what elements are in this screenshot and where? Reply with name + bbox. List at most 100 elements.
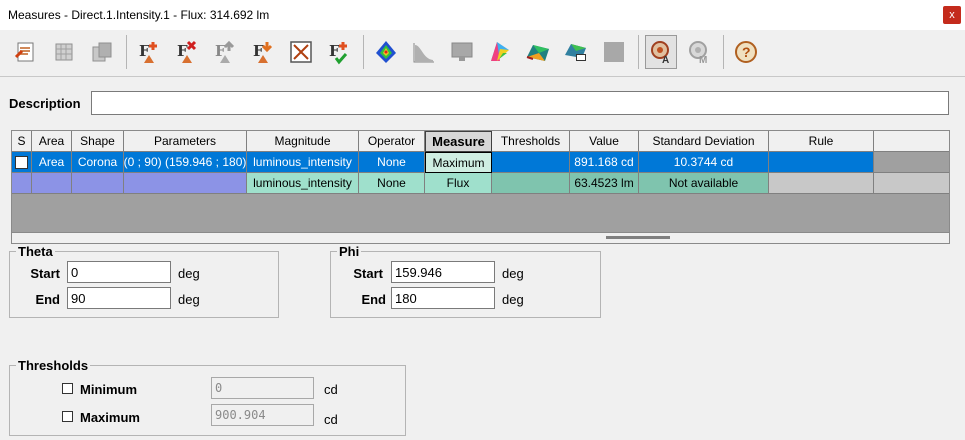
- measures-grid: S Area Shape Parameters Magnitude Operat…: [11, 130, 950, 244]
- svg-text:A: A: [662, 55, 669, 65]
- grid-icon[interactable]: [48, 35, 80, 69]
- row-select-checkbox[interactable]: [15, 155, 28, 169]
- cell-empty: [874, 152, 949, 173]
- theta-end-input[interactable]: [67, 287, 171, 309]
- phi-start-label: Start: [353, 266, 383, 281]
- cell-rule[interactable]: [769, 152, 874, 173]
- column-header-magnitude[interactable]: Magnitude: [247, 131, 359, 152]
- cell-rule[interactable]: [769, 173, 874, 194]
- toolbar-separator: [638, 35, 639, 69]
- toolbar: F F F F F A M ?: [0, 30, 965, 74]
- phi-end-label: End: [361, 292, 386, 307]
- maximum-label: Maximum: [80, 410, 140, 425]
- column-header-thresholds[interactable]: Thresholds: [492, 131, 570, 152]
- column-header-standard-deviation[interactable]: Standard Deviation: [639, 131, 769, 152]
- window-title: Measures - Direct.1.Intensity.1 - Flux: …: [8, 8, 270, 22]
- cell-magnitude[interactable]: luminous_intensity: [247, 152, 359, 173]
- theta-end-label: End: [35, 292, 60, 307]
- horizontal-scrollbar[interactable]: [12, 232, 949, 243]
- cell-area[interactable]: Area: [32, 152, 72, 173]
- cell-measure[interactable]: Maximum: [425, 152, 492, 173]
- svg-text:M: M: [699, 55, 707, 65]
- minimum-checkbox[interactable]: [62, 383, 73, 394]
- cell-value[interactable]: 891.168 cd: [570, 152, 639, 173]
- absolute-mode-icon[interactable]: A: [645, 35, 677, 69]
- theta-start-unit: deg: [178, 266, 200, 281]
- cell-magnitude[interactable]: luminous_intensity: [247, 173, 359, 194]
- help-icon[interactable]: ?: [730, 35, 762, 69]
- monitor-icon[interactable]: [446, 35, 478, 69]
- description-label: Description: [9, 96, 81, 111]
- title-bar: Measures - Direct.1.Intensity.1 - Flux: …: [0, 0, 965, 30]
- theta-start-label: Start: [30, 266, 60, 281]
- spectrum-icon[interactable]: [484, 35, 516, 69]
- svg-text:?: ?: [742, 44, 751, 60]
- grid-empty-area: [12, 194, 949, 232]
- cell-measure[interactable]: Flux: [425, 173, 492, 194]
- row-select-cell[interactable]: [12, 173, 32, 194]
- thresholds-group: Thresholds: [9, 358, 406, 436]
- scrollbar-thumb[interactable]: [606, 236, 670, 239]
- phi-start-unit: deg: [502, 266, 524, 281]
- phi-start-input[interactable]: [391, 261, 495, 283]
- toolbar-divider: [0, 76, 965, 77]
- column-header-rule[interactable]: Rule: [769, 131, 874, 152]
- row-select-cell[interactable]: [12, 152, 32, 173]
- surface-icon[interactable]: [522, 35, 554, 69]
- svg-text:F: F: [329, 42, 340, 60]
- cell-area[interactable]: [32, 173, 72, 194]
- cell-standard-deviation[interactable]: 10.3744 cd: [639, 152, 769, 173]
- thresholds-legend: Thresholds: [18, 358, 89, 373]
- validate-measure-icon[interactable]: F: [323, 35, 355, 69]
- toolbar-separator: [126, 35, 127, 69]
- theta-legend: Theta: [18, 244, 53, 259]
- cell-operator[interactable]: None: [359, 152, 425, 173]
- close-button[interactable]: x: [943, 6, 961, 24]
- table-row[interactable]: Area Corona (0 ; 90) (159.946 ; 180) lum…: [12, 152, 949, 173]
- relative-mode-icon[interactable]: M: [683, 35, 715, 69]
- column-header-parameters[interactable]: Parameters: [124, 131, 247, 152]
- toolbar-separator: [723, 35, 724, 69]
- minimum-label: Minimum: [80, 382, 138, 397]
- edit-document-icon[interactable]: [10, 35, 42, 69]
- maximum-unit: cd: [324, 412, 338, 427]
- cell-parameters[interactable]: (0 ; 90) (159.946 ; 180): [124, 152, 247, 173]
- color-map-icon[interactable]: [370, 35, 402, 69]
- cell-parameters[interactable]: [124, 173, 247, 194]
- curve-icon[interactable]: [408, 35, 440, 69]
- theta-start-input[interactable]: [67, 261, 171, 283]
- column-header-shape[interactable]: Shape: [72, 131, 124, 152]
- add-measure-icon[interactable]: F: [133, 35, 165, 69]
- cell-thresholds[interactable]: [492, 173, 570, 194]
- column-header-operator[interactable]: Operator: [359, 131, 425, 152]
- cell-standard-deviation[interactable]: Not available: [639, 173, 769, 194]
- move-down-icon[interactable]: F: [247, 35, 279, 69]
- copy-icon[interactable]: [86, 35, 118, 69]
- phi-legend: Phi: [339, 244, 360, 259]
- cell-thresholds[interactable]: [492, 152, 570, 173]
- table-row[interactable]: luminous_intensity None Flux 63.4523 lm …: [12, 173, 949, 194]
- maximum-input[interactable]: [211, 404, 314, 426]
- cell-operator[interactable]: None: [359, 173, 425, 194]
- toolbar-separator: [363, 35, 364, 69]
- delete-measure-icon[interactable]: F: [171, 35, 203, 69]
- column-header-value[interactable]: Value: [570, 131, 639, 152]
- square-icon[interactable]: [598, 35, 630, 69]
- maximum-checkbox[interactable]: [62, 411, 73, 422]
- display-3d-icon[interactable]: [560, 35, 592, 69]
- cell-shape[interactable]: [72, 173, 124, 194]
- column-header-empty: [874, 131, 949, 152]
- minimum-input[interactable]: [211, 377, 314, 399]
- fit-view-icon[interactable]: [285, 35, 317, 69]
- cell-value[interactable]: 63.4523 lm: [570, 173, 639, 194]
- column-header-s[interactable]: S: [12, 131, 32, 152]
- theta-end-unit: deg: [178, 292, 200, 307]
- minimum-unit: cd: [324, 382, 338, 397]
- phi-end-input[interactable]: [391, 287, 495, 309]
- move-up-icon[interactable]: F: [209, 35, 241, 69]
- cell-shape[interactable]: Corona: [72, 152, 124, 173]
- column-header-measure[interactable]: Measure: [425, 131, 492, 152]
- description-input[interactable]: [91, 91, 949, 115]
- cell-empty: [874, 173, 949, 194]
- column-header-area[interactable]: Area: [32, 131, 72, 152]
